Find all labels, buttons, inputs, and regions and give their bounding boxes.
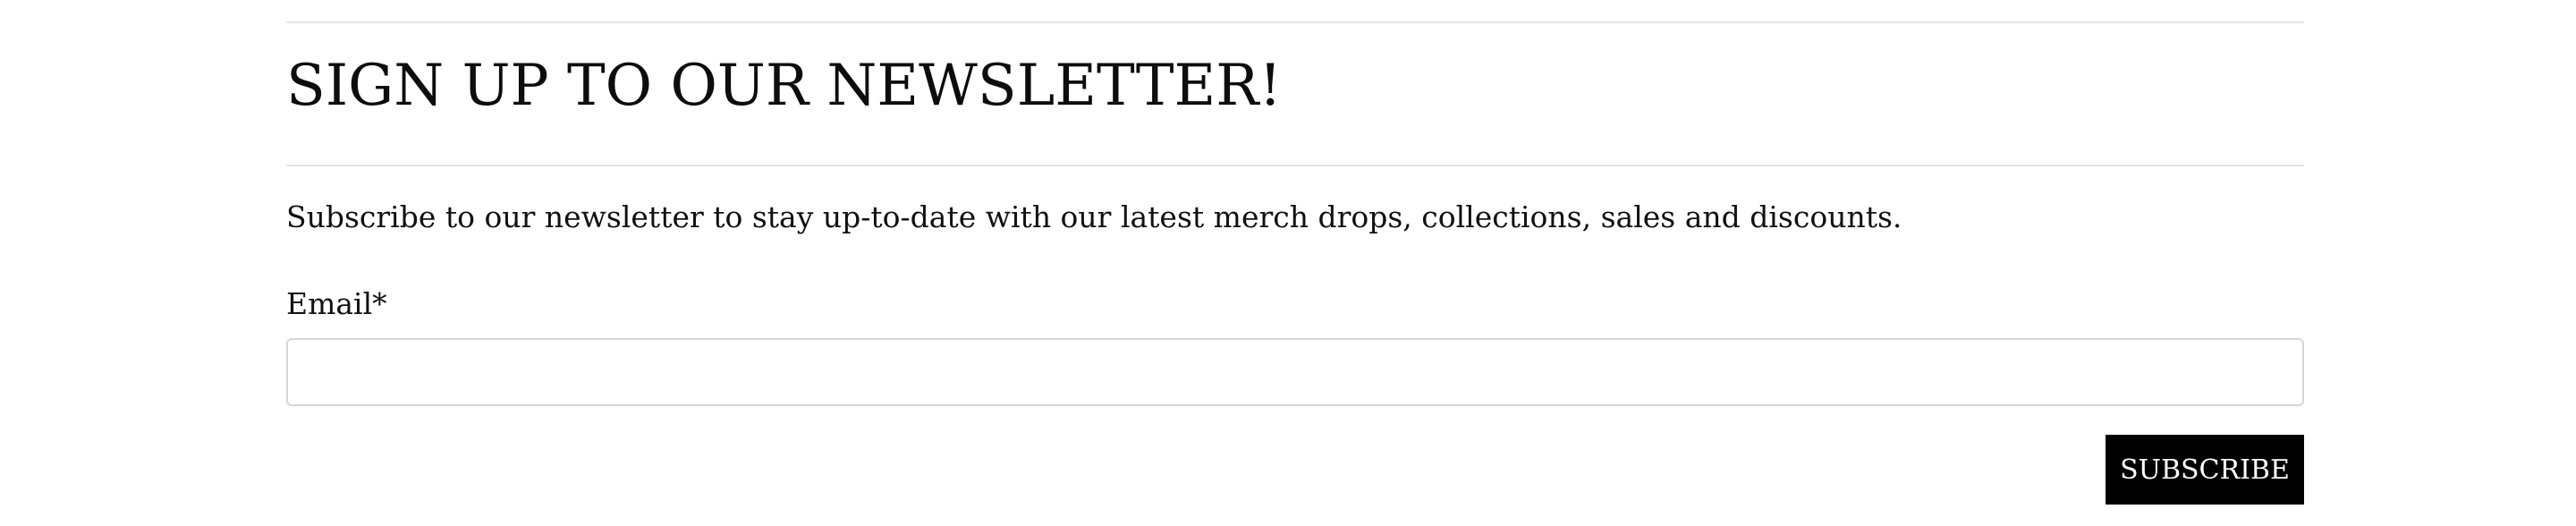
top-divider	[286, 21, 2304, 23]
subscribe-button[interactable]: SUBSCRIBE	[2106, 435, 2304, 505]
heading-divider	[286, 165, 2304, 166]
newsletter-description: Subscribe to our newsletter to stay up-t…	[286, 199, 1902, 234]
newsletter-title: SIGN UP TO OUR NEWSLETTER!	[286, 53, 1283, 119]
email-label: Email*	[286, 286, 387, 321]
newsletter-section: SIGN UP TO OUR NEWSLETTER! Subscribe to …	[286, 0, 2304, 526]
email-field[interactable]	[286, 338, 2304, 406]
